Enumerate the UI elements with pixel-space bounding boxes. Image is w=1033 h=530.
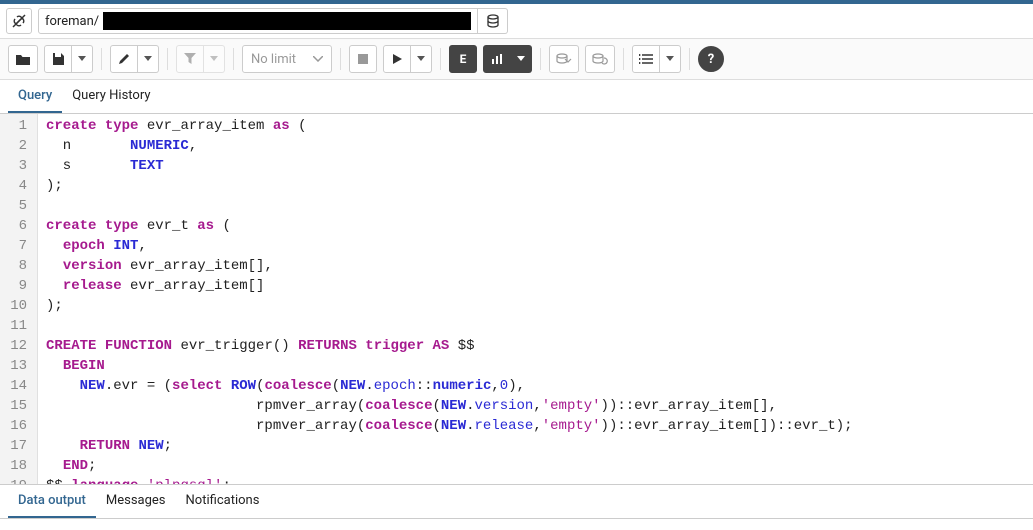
explain-analyze-button[interactable] [483, 45, 511, 73]
explain-dropdown[interactable] [511, 45, 532, 73]
save-button[interactable] [44, 45, 72, 73]
connection-prefix: foreman/ [45, 14, 99, 29]
filter-button[interactable] [176, 45, 204, 73]
code-area[interactable]: create type evr_array_item as ( n NUMERI… [38, 114, 861, 484]
macros-dropdown[interactable] [660, 45, 681, 73]
editor-tabs: Query Query History [0, 80, 1033, 114]
edit-dropdown[interactable] [138, 45, 159, 73]
rollback-button[interactable] [585, 45, 615, 73]
tab-data-output[interactable]: Data output [8, 485, 96, 518]
help-button[interactable]: ? [698, 46, 724, 72]
limit-label: No limit [251, 52, 296, 67]
open-file-button[interactable] [8, 45, 38, 73]
toolbar: No limit E [0, 39, 1033, 80]
tab-query-history[interactable]: Query History [62, 80, 160, 113]
execute-button[interactable] [383, 45, 411, 73]
stop-button[interactable] [349, 45, 377, 73]
line-gutter: 12345678910111213141516171819 [0, 114, 38, 484]
tab-query[interactable]: Query [8, 80, 62, 113]
tab-messages[interactable]: Messages [96, 485, 176, 518]
disconnect-icon[interactable] [6, 8, 32, 34]
limit-dropdown[interactable]: No limit [242, 45, 332, 73]
connection-bar: foreman/ [0, 4, 1033, 39]
code-editor[interactable]: 12345678910111213141516171819 create typ… [0, 114, 1033, 484]
connection-redacted [103, 12, 471, 30]
connection-input[interactable]: foreman/ [38, 8, 478, 34]
tab-notifications[interactable]: Notifications [176, 485, 270, 518]
save-dropdown[interactable] [72, 45, 93, 73]
database-icon[interactable] [478, 8, 508, 34]
filter-dropdown[interactable] [204, 45, 225, 73]
explain-button[interactable]: E [449, 45, 477, 73]
results-tabs: Data output Messages Notifications [0, 484, 1033, 519]
commit-button[interactable] [549, 45, 579, 73]
edit-button[interactable] [110, 45, 138, 73]
macros-button[interactable] [632, 45, 660, 73]
execute-dropdown[interactable] [411, 45, 432, 73]
